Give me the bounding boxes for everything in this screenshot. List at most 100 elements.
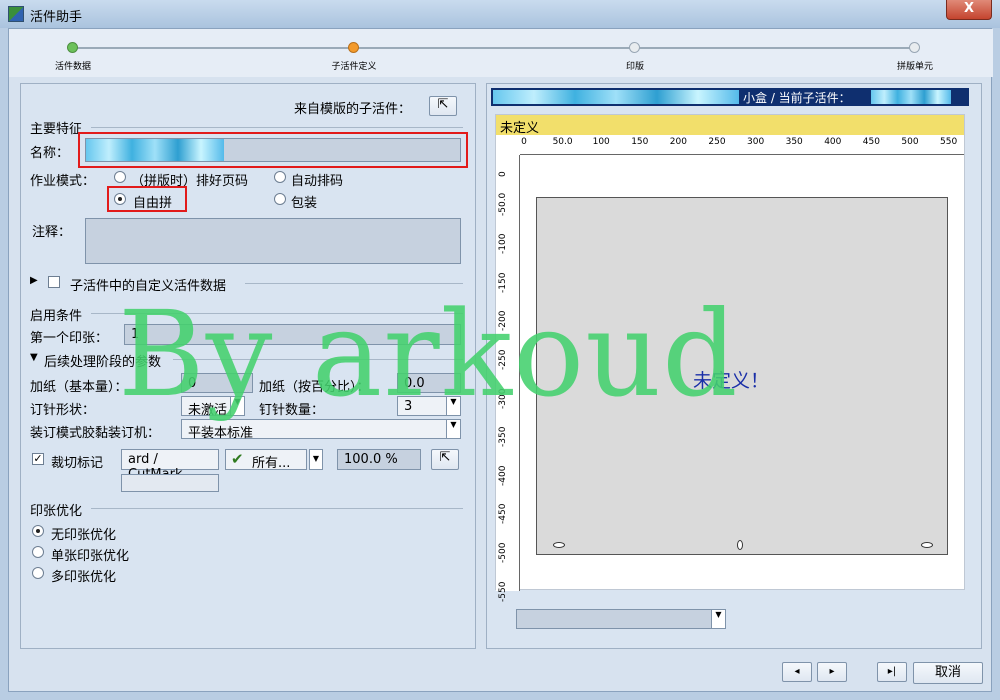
ruler-y-tick: -100 xyxy=(498,233,508,255)
first-sheet-field[interactable]: 1 xyxy=(124,324,461,345)
template-picker-button[interactable]: ⇱ xyxy=(429,96,457,116)
ruler-x-tick: 450 xyxy=(862,137,880,147)
paper-pct-label: 加纸（按百分比）： xyxy=(259,380,370,395)
ruler-y-tick: -250 xyxy=(498,349,508,370)
comment-field[interactable] xyxy=(85,218,461,264)
cutmark-all-select[interactable]: ✔ 所有... xyxy=(225,449,307,471)
staple-count-label: 钉针数量： xyxy=(259,403,325,418)
prev-button[interactable]: ◂ xyxy=(782,662,812,682)
highlight-name-field xyxy=(78,132,468,168)
wizard-step-dot-3[interactable] xyxy=(629,42,640,53)
ruler-x-tick: 0 xyxy=(521,137,527,147)
cutmark-pct-field[interactable]: 100.0 % xyxy=(337,449,421,470)
template-subjob-label: 来自模版的子活件： xyxy=(294,102,412,117)
sheet-opt-single-label: 单张印张优化 xyxy=(51,549,130,564)
sheet-opt-none-label: 无印张优化 xyxy=(51,528,117,543)
cutmark-field[interactable]: ard / CutMark xyxy=(121,449,219,482)
edit-icon: ⇱ xyxy=(439,450,451,465)
cutmark-all-value: 所有... xyxy=(252,456,291,471)
collapse-triangle-icon[interactable]: ▼ xyxy=(30,352,38,363)
sheet-preview[interactable]: 未定义！ xyxy=(536,197,948,555)
separator xyxy=(91,508,463,509)
staple-shape-value: 未激活 xyxy=(188,403,228,418)
chevron-down-icon: ▼ xyxy=(711,610,725,628)
horizontal-ruler: 0 50.0 100 150 200 250 300 350 400 450 500 550 xyxy=(520,137,964,155)
first-sheet-label: 第一个印张： xyxy=(30,331,109,346)
wizard-step-label-4: 拼版单元 xyxy=(896,62,933,72)
sheet-undefined-text: 未定义！ xyxy=(693,370,770,392)
chevron-down-icon: ▼ xyxy=(230,397,244,415)
sheet-mark-left xyxy=(553,542,565,548)
highlight-free-mode xyxy=(107,186,187,212)
next-button[interactable]: ▸ xyxy=(817,662,847,682)
ruler-y-tick: -300 xyxy=(498,388,508,409)
paper-pct-field[interactable]: 0.0 xyxy=(397,373,461,393)
binding-select[interactable]: 平装本标准 ▼ xyxy=(181,419,461,441)
ruler-x-tick: 200 xyxy=(669,137,687,147)
wizard-step-label-1: 活件数据 xyxy=(54,62,91,72)
mode-label: 作业模式： xyxy=(30,174,96,189)
staple-shape-label: 订针形状： xyxy=(30,403,96,418)
cutmark-label: 裁切标记 xyxy=(51,456,104,471)
mode-option-packaging: 包装 xyxy=(291,196,318,211)
title-bar: 活件助手 X xyxy=(0,0,1000,28)
wizard-step-dot-2[interactable] xyxy=(348,42,359,53)
wizard-step-dot-1[interactable] xyxy=(67,42,78,53)
start-condition-heading: 启用条件 xyxy=(30,309,83,324)
expand-triangle-icon[interactable]: ▶ xyxy=(30,275,38,286)
separator xyxy=(91,313,463,314)
chevron-down-icon: ▼ xyxy=(446,397,460,415)
paper-base-field[interactable]: 0 xyxy=(181,373,253,393)
close-button[interactable]: X xyxy=(946,0,992,20)
cancel-button[interactable]: 取消 xyxy=(913,662,983,684)
template-icon: ⇱ xyxy=(437,97,449,112)
sheet-opt-radio-multi[interactable] xyxy=(32,567,44,579)
staple-shape-select[interactable]: 未激活 ▼ xyxy=(181,396,245,418)
redacted-subjob-name xyxy=(871,90,951,104)
wizard-step-dot-4[interactable] xyxy=(909,42,920,53)
check-icon: ✔ xyxy=(231,450,244,468)
sheet-mark-center xyxy=(737,540,743,550)
dialog-client: 活件数据 子活件定义 印版 拼版单元 来自模版的子活件： ⇱ 主要特征 名称： … xyxy=(8,28,993,692)
separator xyxy=(91,127,463,128)
ruler-x-tick: 150 xyxy=(631,137,649,147)
sheet-opt-multi-label: 多印张优化 xyxy=(51,570,117,585)
ruler-x-tick: 250 xyxy=(708,137,726,147)
finish-button[interactable]: ▸| xyxy=(877,662,907,682)
ruler-y-tick: -500 xyxy=(498,542,508,563)
app-window: 活件助手 X 活件数据 子活件定义 印版 拼版单元 来自模版的子活件： ⇱ 主要… xyxy=(0,0,1000,700)
cutmark-dropdown[interactable]: ▼ xyxy=(309,449,323,470)
custom-data-checkbox[interactable] xyxy=(48,276,60,288)
sheet-optimization-heading: 印张优化 xyxy=(30,504,83,519)
redacted-header-image xyxy=(493,90,739,104)
ruler-y-tick: -150 xyxy=(498,272,508,293)
mode-radio-paginated[interactable] xyxy=(114,171,126,183)
main-features-heading: 主要特征 xyxy=(30,122,83,137)
sheet-opt-radio-single[interactable] xyxy=(32,546,44,558)
wizard-line xyxy=(72,47,910,49)
ruler-y-tick: -550 xyxy=(498,581,508,602)
cutmark-extra-field[interactable] xyxy=(121,474,219,492)
ruler-y-tick: 0 xyxy=(498,171,508,177)
ruler-x-tick: 350 xyxy=(785,137,803,147)
ruler-x-tick: 300 xyxy=(747,137,765,147)
ruler-x-tick: 500 xyxy=(901,137,919,147)
wizard-step-label-2: 子活件定义 xyxy=(331,62,377,72)
cutmark-edit-button[interactable]: ⇱ xyxy=(431,449,459,470)
staple-count-select[interactable]: 3 ▼ xyxy=(397,396,461,416)
preview-panel: 小盒 / 当前子活件： 未定义 0 50.0 100 150 200 250 300 350 4… xyxy=(486,83,982,649)
undefined-bar: 未定义 xyxy=(496,115,964,136)
chevron-down-icon: ▼ xyxy=(312,454,320,463)
preview-header-label: 小盒 / 当前子活件： xyxy=(743,91,851,105)
wizard-progress: 活件数据 子活件定义 印版 拼版单元 xyxy=(9,29,993,77)
sheet-opt-radio-none[interactable] xyxy=(32,525,44,537)
mode-radio-auto[interactable] xyxy=(274,171,286,183)
preview-select[interactable]: ▼ xyxy=(516,609,726,629)
ruler-x-tick: 550 xyxy=(940,137,958,147)
ruler-x-tick: 400 xyxy=(824,137,842,147)
app-icon xyxy=(8,6,24,22)
left-panel: 来自模版的子活件： ⇱ 主要特征 名称： 作业模式： （拼版时）排好页码 自动排… xyxy=(20,83,476,649)
mode-radio-packaging[interactable] xyxy=(274,193,286,205)
binding-value: 平装本标准 xyxy=(188,426,254,441)
cutmark-checkbox[interactable]: ✓ xyxy=(32,453,44,465)
